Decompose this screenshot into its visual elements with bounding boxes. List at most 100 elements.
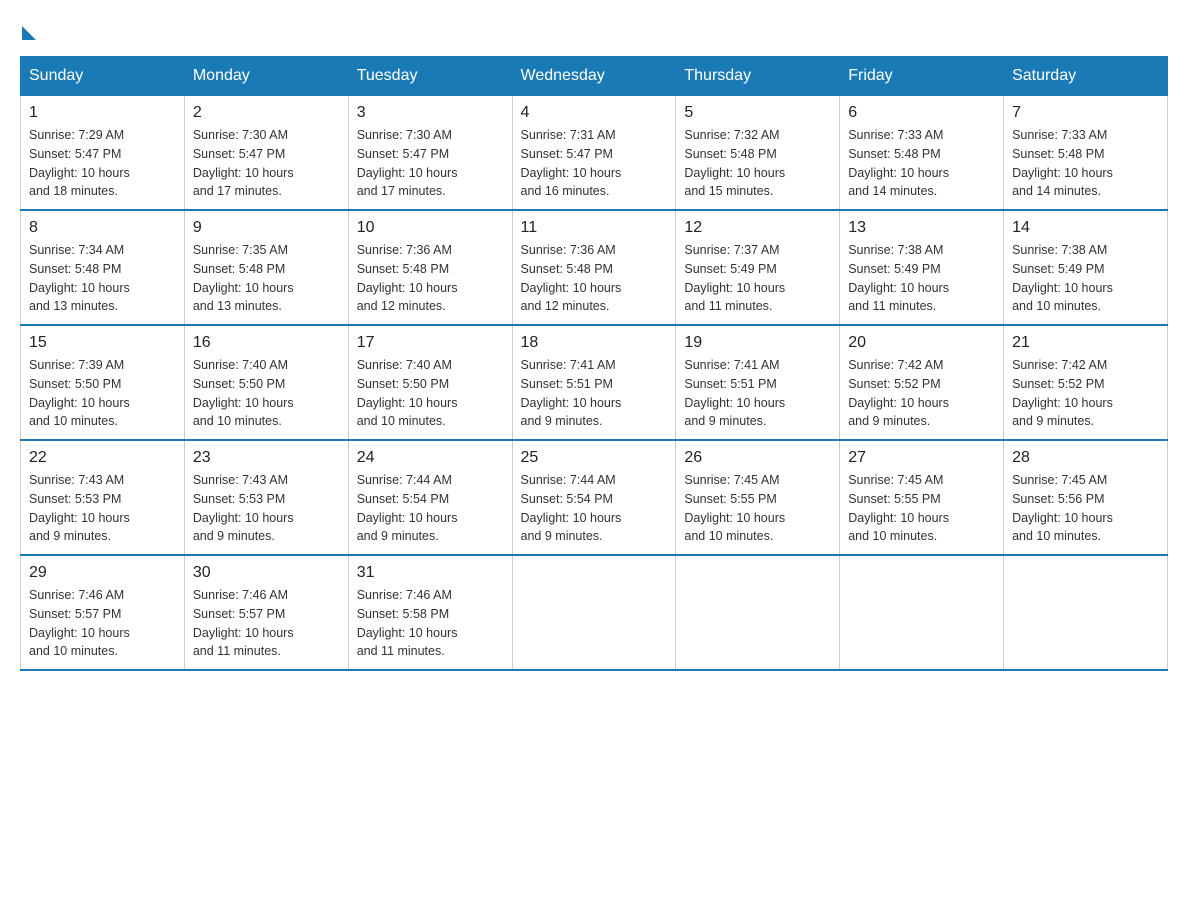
day-info: Sunrise: 7:35 AM Sunset: 5:48 PM Dayligh… (193, 241, 340, 316)
week-row-4: 22 Sunrise: 7:43 AM Sunset: 5:53 PM Dayl… (21, 440, 1168, 555)
day-number: 12 (684, 219, 831, 237)
calendar-cell (512, 555, 676, 670)
logo-arrow-icon (22, 26, 36, 40)
day-number: 10 (357, 219, 504, 237)
week-row-2: 8 Sunrise: 7:34 AM Sunset: 5:48 PM Dayli… (21, 210, 1168, 325)
day-info: Sunrise: 7:42 AM Sunset: 5:52 PM Dayligh… (1012, 356, 1159, 431)
calendar-table: SundayMondayTuesdayWednesdayThursdayFrid… (20, 56, 1168, 671)
day-number: 30 (193, 564, 340, 582)
header-wednesday: Wednesday (512, 57, 676, 96)
calendar-cell: 28 Sunrise: 7:45 AM Sunset: 5:56 PM Dayl… (1004, 440, 1168, 555)
day-info: Sunrise: 7:29 AM Sunset: 5:47 PM Dayligh… (29, 126, 176, 201)
day-number: 25 (521, 449, 668, 467)
calendar-cell: 12 Sunrise: 7:37 AM Sunset: 5:49 PM Dayl… (676, 210, 840, 325)
logo (20, 20, 36, 36)
page-header (20, 20, 1168, 36)
day-info: Sunrise: 7:30 AM Sunset: 5:47 PM Dayligh… (357, 126, 504, 201)
day-info: Sunrise: 7:40 AM Sunset: 5:50 PM Dayligh… (357, 356, 504, 431)
calendar-cell: 11 Sunrise: 7:36 AM Sunset: 5:48 PM Dayl… (512, 210, 676, 325)
calendar-cell (676, 555, 840, 670)
day-info: Sunrise: 7:46 AM Sunset: 5:58 PM Dayligh… (357, 586, 504, 661)
calendar-cell: 24 Sunrise: 7:44 AM Sunset: 5:54 PM Dayl… (348, 440, 512, 555)
calendar-cell: 31 Sunrise: 7:46 AM Sunset: 5:58 PM Dayl… (348, 555, 512, 670)
calendar-cell: 7 Sunrise: 7:33 AM Sunset: 5:48 PM Dayli… (1004, 96, 1168, 211)
calendar-cell: 18 Sunrise: 7:41 AM Sunset: 5:51 PM Dayl… (512, 325, 676, 440)
calendar-cell: 30 Sunrise: 7:46 AM Sunset: 5:57 PM Dayl… (184, 555, 348, 670)
day-number: 1 (29, 104, 176, 122)
header-saturday: Saturday (1004, 57, 1168, 96)
calendar-cell: 3 Sunrise: 7:30 AM Sunset: 5:47 PM Dayli… (348, 96, 512, 211)
calendar-cell: 4 Sunrise: 7:31 AM Sunset: 5:47 PM Dayli… (512, 96, 676, 211)
day-number: 15 (29, 334, 176, 352)
day-info: Sunrise: 7:30 AM Sunset: 5:47 PM Dayligh… (193, 126, 340, 201)
day-number: 27 (848, 449, 995, 467)
calendar-cell: 13 Sunrise: 7:38 AM Sunset: 5:49 PM Dayl… (840, 210, 1004, 325)
day-info: Sunrise: 7:40 AM Sunset: 5:50 PM Dayligh… (193, 356, 340, 431)
calendar-cell: 17 Sunrise: 7:40 AM Sunset: 5:50 PM Dayl… (348, 325, 512, 440)
day-info: Sunrise: 7:36 AM Sunset: 5:48 PM Dayligh… (357, 241, 504, 316)
day-number: 18 (521, 334, 668, 352)
day-number: 2 (193, 104, 340, 122)
day-number: 29 (29, 564, 176, 582)
day-number: 11 (521, 219, 668, 237)
calendar-cell: 14 Sunrise: 7:38 AM Sunset: 5:49 PM Dayl… (1004, 210, 1168, 325)
day-number: 4 (521, 104, 668, 122)
day-info: Sunrise: 7:32 AM Sunset: 5:48 PM Dayligh… (684, 126, 831, 201)
day-info: Sunrise: 7:36 AM Sunset: 5:48 PM Dayligh… (521, 241, 668, 316)
day-number: 22 (29, 449, 176, 467)
day-info: Sunrise: 7:33 AM Sunset: 5:48 PM Dayligh… (1012, 126, 1159, 201)
day-number: 19 (684, 334, 831, 352)
day-number: 23 (193, 449, 340, 467)
day-info: Sunrise: 7:33 AM Sunset: 5:48 PM Dayligh… (848, 126, 995, 201)
day-info: Sunrise: 7:41 AM Sunset: 5:51 PM Dayligh… (684, 356, 831, 431)
week-row-5: 29 Sunrise: 7:46 AM Sunset: 5:57 PM Dayl… (21, 555, 1168, 670)
header-tuesday: Tuesday (348, 57, 512, 96)
day-info: Sunrise: 7:45 AM Sunset: 5:55 PM Dayligh… (684, 471, 831, 546)
header-sunday: Sunday (21, 57, 185, 96)
day-number: 5 (684, 104, 831, 122)
week-row-3: 15 Sunrise: 7:39 AM Sunset: 5:50 PM Dayl… (21, 325, 1168, 440)
week-row-1: 1 Sunrise: 7:29 AM Sunset: 5:47 PM Dayli… (21, 96, 1168, 211)
calendar-cell (840, 555, 1004, 670)
day-number: 9 (193, 219, 340, 237)
day-info: Sunrise: 7:42 AM Sunset: 5:52 PM Dayligh… (848, 356, 995, 431)
day-number: 24 (357, 449, 504, 467)
day-info: Sunrise: 7:41 AM Sunset: 5:51 PM Dayligh… (521, 356, 668, 431)
header-thursday: Thursday (676, 57, 840, 96)
day-number: 21 (1012, 334, 1159, 352)
day-info: Sunrise: 7:44 AM Sunset: 5:54 PM Dayligh… (521, 471, 668, 546)
day-number: 7 (1012, 104, 1159, 122)
calendar-cell: 6 Sunrise: 7:33 AM Sunset: 5:48 PM Dayli… (840, 96, 1004, 211)
calendar-cell: 2 Sunrise: 7:30 AM Sunset: 5:47 PM Dayli… (184, 96, 348, 211)
calendar-header-row: SundayMondayTuesdayWednesdayThursdayFrid… (21, 57, 1168, 96)
day-info: Sunrise: 7:38 AM Sunset: 5:49 PM Dayligh… (848, 241, 995, 316)
day-number: 28 (1012, 449, 1159, 467)
calendar-cell: 22 Sunrise: 7:43 AM Sunset: 5:53 PM Dayl… (21, 440, 185, 555)
day-number: 14 (1012, 219, 1159, 237)
day-info: Sunrise: 7:45 AM Sunset: 5:56 PM Dayligh… (1012, 471, 1159, 546)
day-info: Sunrise: 7:46 AM Sunset: 5:57 PM Dayligh… (193, 586, 340, 661)
header-monday: Monday (184, 57, 348, 96)
day-info: Sunrise: 7:39 AM Sunset: 5:50 PM Dayligh… (29, 356, 176, 431)
day-info: Sunrise: 7:34 AM Sunset: 5:48 PM Dayligh… (29, 241, 176, 316)
day-info: Sunrise: 7:31 AM Sunset: 5:47 PM Dayligh… (521, 126, 668, 201)
calendar-cell: 23 Sunrise: 7:43 AM Sunset: 5:53 PM Dayl… (184, 440, 348, 555)
day-info: Sunrise: 7:46 AM Sunset: 5:57 PM Dayligh… (29, 586, 176, 661)
calendar-cell: 16 Sunrise: 7:40 AM Sunset: 5:50 PM Dayl… (184, 325, 348, 440)
day-number: 17 (357, 334, 504, 352)
calendar-cell (1004, 555, 1168, 670)
day-number: 3 (357, 104, 504, 122)
day-number: 31 (357, 564, 504, 582)
header-friday: Friday (840, 57, 1004, 96)
calendar-cell: 1 Sunrise: 7:29 AM Sunset: 5:47 PM Dayli… (21, 96, 185, 211)
day-number: 20 (848, 334, 995, 352)
calendar-cell: 15 Sunrise: 7:39 AM Sunset: 5:50 PM Dayl… (21, 325, 185, 440)
calendar-cell: 27 Sunrise: 7:45 AM Sunset: 5:55 PM Dayl… (840, 440, 1004, 555)
day-info: Sunrise: 7:44 AM Sunset: 5:54 PM Dayligh… (357, 471, 504, 546)
day-number: 16 (193, 334, 340, 352)
calendar-cell: 20 Sunrise: 7:42 AM Sunset: 5:52 PM Dayl… (840, 325, 1004, 440)
calendar-cell: 8 Sunrise: 7:34 AM Sunset: 5:48 PM Dayli… (21, 210, 185, 325)
day-number: 26 (684, 449, 831, 467)
calendar-cell: 19 Sunrise: 7:41 AM Sunset: 5:51 PM Dayl… (676, 325, 840, 440)
calendar-cell: 21 Sunrise: 7:42 AM Sunset: 5:52 PM Dayl… (1004, 325, 1168, 440)
